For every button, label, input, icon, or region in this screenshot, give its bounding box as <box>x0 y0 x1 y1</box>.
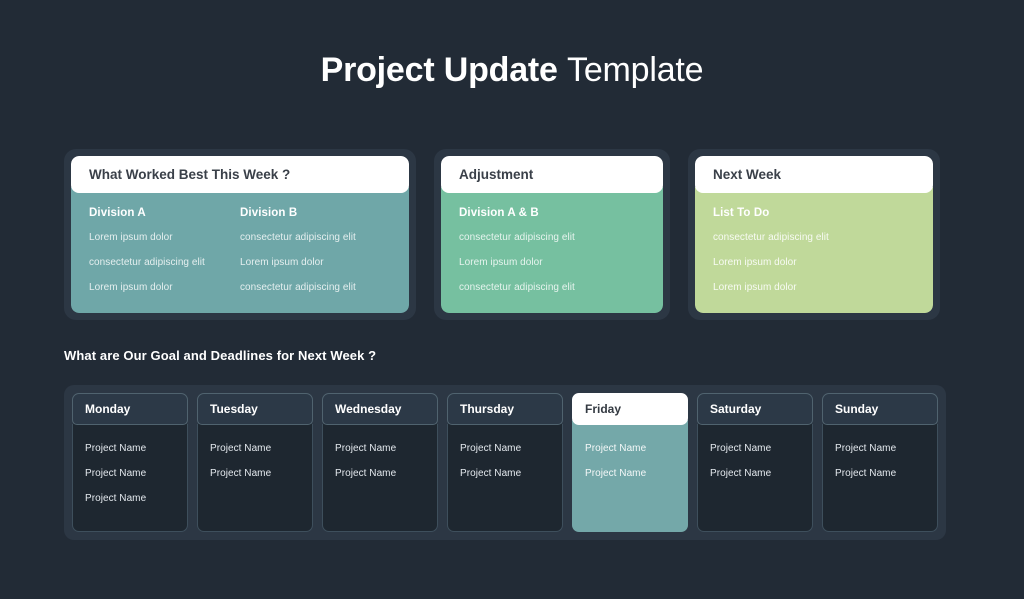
summary-column-heading: Division A & B <box>459 206 539 219</box>
day-task-item[interactable]: Project Name <box>85 468 175 479</box>
day-body: Project Name Project Name <box>572 419 688 532</box>
summary-list-item: Lorem ipsum dolor <box>240 256 324 268</box>
page-title-light: Template <box>567 50 704 89</box>
summary-card-column: List To Do consectetur adipiscing elit Lor… <box>713 207 915 293</box>
day-body: Project Name Project Name <box>447 423 563 532</box>
day-task-item[interactable]: Project Name <box>460 443 550 454</box>
day-header[interactable]: Sunday <box>822 392 938 425</box>
day-header[interactable]: Thursday <box>447 392 563 425</box>
day-column-wednesday[interactable]: Wednesday Project Name Project Name <box>322 392 438 532</box>
summary-card-header: Adjustment <box>441 155 663 193</box>
day-header[interactable]: Saturday <box>697 392 813 425</box>
day-task-item[interactable]: Project Name <box>710 443 800 454</box>
page-title: Project Update Template <box>0 23 1024 89</box>
summary-column-heading: Division B <box>240 206 298 219</box>
weekly-schedule-grid: Monday Project Name Project Name Project Na… <box>64 384 946 540</box>
day-column-friday[interactable]: Friday Project Name Project Name <box>572 392 688 532</box>
summary-card-inner: What Worked Best This Week ? Division A Lo… <box>71 155 409 313</box>
day-body: Project Name Project Name <box>197 423 313 532</box>
day-column-tuesday[interactable]: Tuesday Project Name Project Name <box>197 392 313 532</box>
day-header[interactable]: Monday <box>72 392 188 425</box>
day-task-item[interactable]: Project Name <box>335 468 425 479</box>
summary-list-item: consectetur adipiscing elit <box>240 231 356 243</box>
summary-card-column: Division A & B consectetur adipiscing eli… <box>459 207 645 293</box>
summary-list-item: Lorem ipsum dolor <box>713 256 797 268</box>
summary-list-item: Lorem ipsum dolor <box>459 256 543 268</box>
summary-list-item: consectetur adipiscing elit <box>89 256 205 268</box>
summary-column-heading: List To Do <box>713 206 770 219</box>
summary-list-item: Lorem ipsum dolor <box>89 281 173 293</box>
summary-list-item: Lorem ipsum dolor <box>89 231 173 243</box>
day-body: Project Name Project Name Project Name <box>72 423 188 532</box>
summary-card: Adjustment Division A & B consectetur adip… <box>434 148 670 320</box>
day-header[interactable]: Tuesday <box>197 392 313 425</box>
summary-card-body: List To Do consectetur adipiscing elit Lor… <box>695 186 933 313</box>
page-title-bold: Project Update <box>320 50 558 89</box>
summary-cards-row: What Worked Best This Week ? Division A Lo… <box>64 148 946 320</box>
day-task-item[interactable]: Project Name <box>585 468 675 479</box>
summary-card-column: Division A Lorem ipsum dolor consectetur a… <box>89 207 240 293</box>
summary-list-item: consectetur adipiscing elit <box>240 281 356 293</box>
summary-card: Next Week List To Do consectetur adipiscin… <box>688 148 940 320</box>
section-heading: What are Our Goal and Deadlines for Next… <box>64 347 377 363</box>
summary-card-columns: Division A & B consectetur adipiscing eli… <box>459 207 645 293</box>
summary-card-body: Division A Lorem ipsum dolor consectetur a… <box>71 186 409 313</box>
summary-list-item: consectetur adipiscing elit <box>713 231 829 243</box>
day-body: Project Name Project Name <box>697 423 813 532</box>
day-column-saturday[interactable]: Saturday Project Name Project Name <box>697 392 813 532</box>
day-column-thursday[interactable]: Thursday Project Name Project Name <box>447 392 563 532</box>
summary-card-columns: List To Do consectetur adipiscing elit Lor… <box>713 207 915 293</box>
day-task-item[interactable]: Project Name <box>835 443 925 454</box>
day-body: Project Name Project Name <box>822 423 938 532</box>
summary-card-header: Next Week <box>695 155 933 193</box>
summary-card-header: What Worked Best This Week ? <box>71 155 409 193</box>
summary-card-inner: Adjustment Division A & B consectetur adip… <box>441 155 663 313</box>
day-task-item[interactable]: Project Name <box>210 468 300 479</box>
day-task-item[interactable]: Project Name <box>585 443 675 454</box>
day-header[interactable]: Wednesday <box>322 392 438 425</box>
summary-card-columns: Division A Lorem ipsum dolor consectetur a… <box>89 207 391 293</box>
day-task-item[interactable]: Project Name <box>710 468 800 479</box>
summary-card-column: Division B consectetur adipiscing elit Lor… <box>240 207 391 293</box>
day-body: Project Name Project Name <box>322 423 438 532</box>
summary-card-inner: Next Week List To Do consectetur adipiscin… <box>695 155 933 313</box>
day-task-item[interactable]: Project Name <box>210 443 300 454</box>
summary-card-body: Division A & B consectetur adipiscing eli… <box>441 186 663 313</box>
summary-column-heading: Division A <box>89 206 146 219</box>
summary-list-item: consectetur adipiscing elit <box>459 231 575 243</box>
day-column-sunday[interactable]: Sunday Project Name Project Name <box>822 392 938 532</box>
summary-list-item: Lorem ipsum dolor <box>713 281 797 293</box>
day-task-item[interactable]: Project Name <box>85 493 175 504</box>
day-column-monday[interactable]: Monday Project Name Project Name Project Na… <box>72 392 188 532</box>
day-header[interactable]: Friday <box>572 392 688 425</box>
day-task-item[interactable]: Project Name <box>835 468 925 479</box>
summary-card: What Worked Best This Week ? Division A Lo… <box>64 148 416 320</box>
day-task-item[interactable]: Project Name <box>460 468 550 479</box>
day-task-item[interactable]: Project Name <box>335 443 425 454</box>
summary-list-item: consectetur adipiscing elit <box>459 281 575 293</box>
day-task-item[interactable]: Project Name <box>85 443 175 454</box>
